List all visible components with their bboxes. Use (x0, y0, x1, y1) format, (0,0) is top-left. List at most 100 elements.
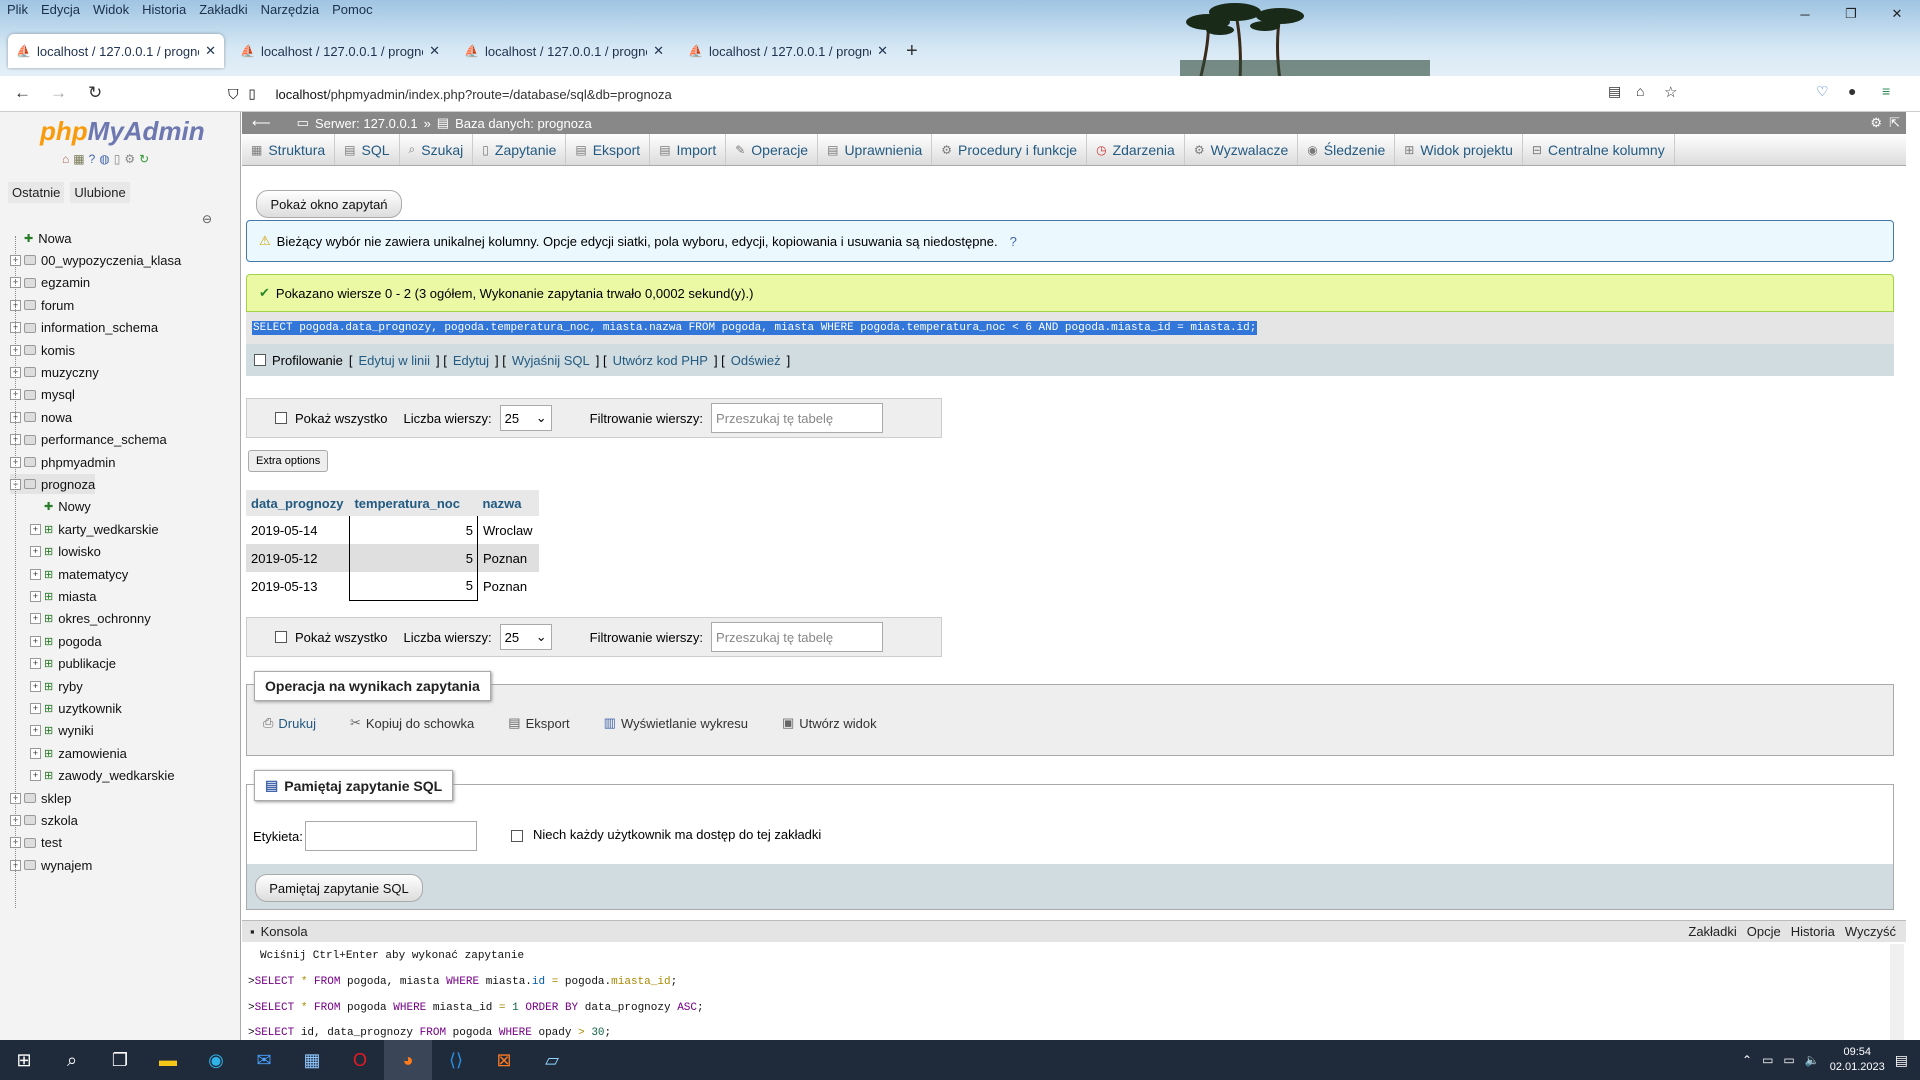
edit-inline-link[interactable]: Edytuj w linii (358, 353, 430, 368)
tree-database-item[interactable]: + egzamin (10, 273, 90, 293)
console-clear-link[interactable]: Wyczyść (1845, 924, 1896, 939)
console-history-entry[interactable]: >SELECT * FROM pogoda WHERE miasta_id = … (248, 1002, 704, 1014)
tab-sql[interactable]: ▤ SQL (335, 134, 400, 165)
console-title[interactable]: Konsola (261, 924, 308, 939)
console-history-entry[interactable]: >SELECT * FROM pogoda, miasta WHERE mias… (248, 976, 677, 988)
display-chart-link[interactable]: ▥ Wyświetlanie wykresu (604, 715, 748, 731)
tree-table-item[interactable]: + ⊞ uzytkownik (30, 698, 122, 718)
restore-icon[interactable]: ❐ (1828, 0, 1874, 28)
search-icon[interactable]: ⌕ (48, 1040, 96, 1080)
explain-sql-link[interactable]: Wyjaśnij SQL (512, 353, 590, 368)
chevron-up-icon[interactable]: ⌃ (1742, 1053, 1752, 1067)
collapse-nav-icon[interactable]: ⟵ (252, 115, 271, 131)
reload-nav-icon[interactable]: ↻ (139, 152, 149, 166)
filter-rows-input[interactable]: Przeszukaj tę tabelę (711, 622, 884, 652)
console-icon[interactable]: ▪ (250, 924, 255, 939)
expand-icon[interactable]: + (30, 770, 41, 782)
minimize-icon[interactable]: ─ (1782, 0, 1828, 28)
tree-database-item[interactable]: + forum (10, 295, 74, 315)
tree-database-item[interactable]: + komis (10, 340, 75, 360)
column-header-data-prognozy[interactable]: data_prognozy (246, 490, 350, 516)
new-tab-icon[interactable]: + (906, 34, 918, 68)
home-icon[interactable]: ⌂ (1636, 83, 1644, 99)
tree-database-item[interactable]: + nowa (10, 407, 72, 427)
back-icon[interactable]: ← (14, 83, 31, 103)
browser-tab[interactable]: ⛵ localhost / 127.0.0.1 / prognoza ✕ (8, 34, 224, 68)
close-tab-icon[interactable]: ✕ (877, 43, 888, 59)
browser-tab[interactable]: ⛵ localhost / 127.0.0.1 / prognoza ✕ (232, 34, 448, 68)
console-history-entry[interactable]: >SELECT id, data_prognozy FROM pogoda WH… (248, 1027, 611, 1039)
refresh-link[interactable]: Odśwież (731, 353, 781, 368)
database-link[interactable]: Baza danych: prognoza (455, 116, 592, 131)
close-tab-icon[interactable]: ✕ (205, 43, 216, 59)
column-header-temperatura-noc[interactable]: temperatura_noc (349, 490, 478, 516)
expand-icon[interactable]: + (30, 702, 41, 714)
menu-help[interactable]: Pomoc (325, 0, 378, 20)
tab-triggers[interactable]: ⚙ Wyzwalacze (1185, 134, 1299, 165)
file-explorer-icon[interactable]: ▬ (144, 1040, 192, 1080)
tab-import[interactable]: ▤ Import (650, 134, 727, 165)
copy-to-clipboard-link[interactable]: ✂ Kopiuj do schowka (350, 715, 474, 731)
firefox-icon[interactable]: ◕ (384, 1040, 432, 1080)
tree-database-item[interactable]: − prognoza (10, 474, 96, 495)
expand-icon[interactable]: + (30, 590, 41, 602)
expand-icon[interactable]: + (30, 658, 41, 670)
edge-icon[interactable]: ◉ (192, 1040, 240, 1080)
xampp-icon[interactable]: ⊠ (480, 1040, 528, 1080)
tab-recent[interactable]: Ostatnie (8, 182, 65, 203)
browser-tab[interactable]: ⛵ localhost / 127.0.0.1 / prognoza ✕ (680, 34, 896, 68)
tree-database-item[interactable]: + mysql (10, 385, 75, 405)
home-icon[interactable]: ⌂ (62, 152, 69, 166)
help-icon[interactable]: ? (1010, 234, 1017, 249)
tab-privileges[interactable]: ▤ Uprawnienia (818, 134, 933, 165)
settings-gear-icon[interactable]: ⚙ (1870, 115, 1882, 131)
tab-favorites[interactable]: Ulubione (70, 182, 130, 203)
bookmark-label-input[interactable] (305, 821, 477, 851)
tab-search[interactable]: ⌕ Szukaj (400, 134, 474, 165)
menu-icon[interactable]: ≡ (1882, 83, 1890, 99)
tree-table-item[interactable]: + ⊞ zawody_wedkarskie (30, 766, 175, 786)
tree-table-item[interactable]: + ⊞ karty_wedkarskie (30, 519, 159, 539)
tree-new-database[interactable]: ✚ Nowa (10, 228, 71, 248)
settings-icon[interactable]: ⚙ (124, 152, 135, 166)
start-icon[interactable]: ⊞ (0, 1040, 48, 1080)
expand-icon[interactable]: + (30, 546, 41, 558)
close-window-icon[interactable]: ✕ (1874, 0, 1920, 28)
console-scrollbar[interactable] (1890, 944, 1904, 1040)
menu-bookmarks[interactable]: Zakładki (192, 0, 253, 20)
page-icon[interactable]: ▯ (114, 152, 121, 166)
tree-database-item[interactable]: + performance_schema (10, 430, 167, 450)
help-icon[interactable]: ? (89, 152, 96, 166)
collapse-top-icon[interactable]: ⇱ (1889, 115, 1900, 131)
display-icon[interactable]: ▭ (1783, 1053, 1794, 1067)
show-all-checkbox[interactable] (275, 631, 287, 643)
network-icon[interactable]: ▭ (1762, 1053, 1773, 1067)
edit-link[interactable]: Edytuj (453, 353, 489, 368)
tree-database-item[interactable]: + phpmyadmin (10, 452, 115, 472)
logout-icon[interactable]: ▦ (73, 152, 84, 166)
menu-tools[interactable]: Narzędzia (254, 0, 326, 20)
opera-icon[interactable]: O (336, 1040, 384, 1080)
print-link[interactable]: ⎙ Drukuj (263, 715, 316, 731)
mail-icon[interactable]: ✉ (240, 1040, 288, 1080)
tree-table-item[interactable]: + ⊞ miasta (30, 586, 97, 606)
account-icon[interactable]: ● (1848, 83, 1856, 99)
tab-export[interactable]: ▤ Eksport (566, 134, 651, 165)
tree-database-item[interactable]: + muzyczny (10, 362, 99, 382)
column-header-nazwa[interactable]: nazwa (477, 490, 540, 516)
rows-select[interactable]: 25 ⌄ (499, 624, 552, 650)
share-bookmark-checkbox[interactable] (511, 830, 523, 842)
tab-structure[interactable]: ▦ Struktura (242, 134, 336, 165)
menu-view[interactable]: Widok (86, 0, 135, 20)
clock[interactable]: 09:54 02.01.2023 (1830, 1045, 1885, 1075)
bookmark-star-icon[interactable]: ☆ (1664, 83, 1677, 101)
tree-database-item[interactable]: + wynajem (10, 855, 92, 875)
tab-designer[interactable]: ⊞ Widok projektu (1395, 134, 1523, 165)
show-query-box-button[interactable]: Pokaż okno zapytań (256, 190, 402, 218)
reader-view-icon[interactable]: ▤ (1608, 83, 1621, 100)
shield-icon[interactable]: ⛉ (228, 86, 239, 103)
sql-query-display[interactable]: SELECT pogoda.data_prognozy, pogoda.temp… (246, 312, 1894, 344)
tree-table-item[interactable]: + ⊞ lowisko (30, 542, 101, 562)
tree-database-item[interactable]: + test (10, 833, 62, 853)
close-tab-icon[interactable]: ✕ (429, 43, 440, 59)
